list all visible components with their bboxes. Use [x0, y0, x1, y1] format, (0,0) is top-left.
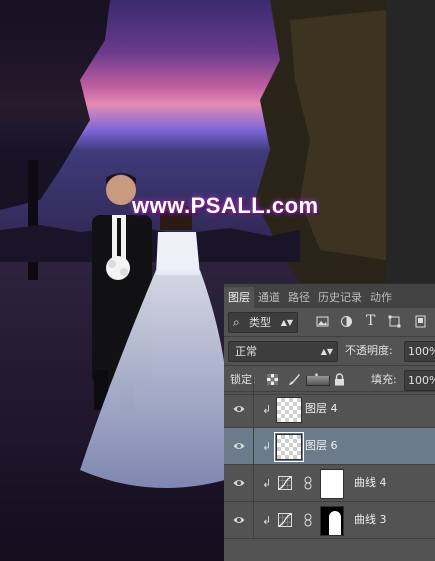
eye-icon[interactable] [233, 514, 245, 526]
layers-panel: 图层 通道 路径 历史记录 动作 ⌕ 类型 ▲▼ T 正常 ▲▼ 不透明度: 1… [224, 283, 435, 561]
opacity-input[interactable]: 100% [404, 341, 435, 362]
adjustment-filter-icon[interactable] [340, 315, 353, 328]
blend-opacity-row: 正常 ▲▼ 不透明度: 100% [224, 337, 435, 366]
search-icon: ⌕ [233, 315, 240, 329]
chevron-updown-icon: ▲▼ [320, 347, 333, 356]
layer-name[interactable]: 曲线 4 [354, 465, 387, 501]
layer-row[interactable]: ↲ 图层 4 [224, 391, 435, 428]
layer-row-selected[interactable]: ↲ 图层 6 [224, 428, 435, 465]
filter-kind-label: 类型 [249, 316, 271, 329]
layer-row-divider [253, 502, 254, 538]
layer-row-divider [253, 391, 254, 427]
layer-row-divider [253, 428, 254, 464]
layer-row[interactable]: ↲ 曲线 4 [224, 465, 435, 502]
layer-name[interactable]: 曲线 3 [354, 502, 387, 538]
layer-row-partial [224, 376, 435, 392]
canvas-background-area [386, 0, 435, 283]
layer-thumbnail[interactable] [274, 432, 304, 462]
opacity-label: 不透明度: [345, 344, 393, 357]
layer-name[interactable]: 图层 6 [305, 428, 338, 464]
curves-adjustment-icon[interactable] [278, 476, 292, 490]
chevron-updown-icon: ▲▼ [280, 318, 293, 327]
layer-filter-row: ⌕ 类型 ▲▼ T [224, 308, 435, 337]
clipping-mask-arrow-icon: ↲ [262, 403, 272, 416]
blend-mode-value: 正常 [235, 345, 257, 358]
eye-icon[interactable] [233, 403, 245, 415]
shape-filter-icon[interactable] [388, 315, 401, 328]
layer-row-divider [253, 465, 254, 501]
tab-layers[interactable]: 图层 [224, 287, 254, 308]
tab-actions[interactable]: 动作 [366, 287, 396, 308]
eye-icon[interactable] [233, 477, 245, 489]
tab-history[interactable]: 历史记录 [314, 287, 366, 308]
layer-mask-thumbnail[interactable] [320, 469, 344, 499]
mask-white-shape [329, 511, 341, 535]
eye-icon[interactable] [233, 440, 245, 452]
tab-channels[interactable]: 通道 [254, 287, 284, 308]
clipping-mask-arrow-icon: ↲ [262, 514, 272, 527]
blend-mode-select[interactable]: 正常 ▲▼ [228, 341, 338, 362]
link-chain-icon[interactable] [304, 513, 312, 527]
panel-tabs: 图层 通道 路径 历史记录 动作 [224, 283, 435, 308]
layer-mask-thumbnail[interactable] [320, 506, 344, 536]
curves-adjustment-icon[interactable] [278, 513, 292, 527]
tab-paths[interactable]: 路径 [284, 287, 314, 308]
layer-list: ↲ 图层 4 ↲ 图层 6 ↲ 曲线 4 ↲ 曲线 3 [224, 391, 435, 539]
filter-kind-select[interactable]: ⌕ 类型 ▲▼ [228, 312, 298, 333]
smart-object-filter-icon[interactable] [414, 315, 427, 328]
layer-name[interactable]: 图层 4 [305, 391, 338, 427]
clipping-mask-arrow-icon: ↲ [262, 477, 272, 490]
layer-row-divider [253, 376, 254, 391]
layer-thumbnail[interactable] [276, 397, 302, 423]
partial-layer-thumbnail [306, 376, 330, 386]
type-filter-icon[interactable]: T [366, 313, 375, 329]
image-filter-icon[interactable] [316, 315, 329, 328]
link-chain-icon[interactable] [304, 476, 312, 490]
clipping-mask-arrow-icon: ↲ [262, 440, 272, 453]
watermark-text: www.PSALL.com [132, 193, 319, 218]
layer-row[interactable]: ↲ 曲线 3 [224, 502, 435, 539]
